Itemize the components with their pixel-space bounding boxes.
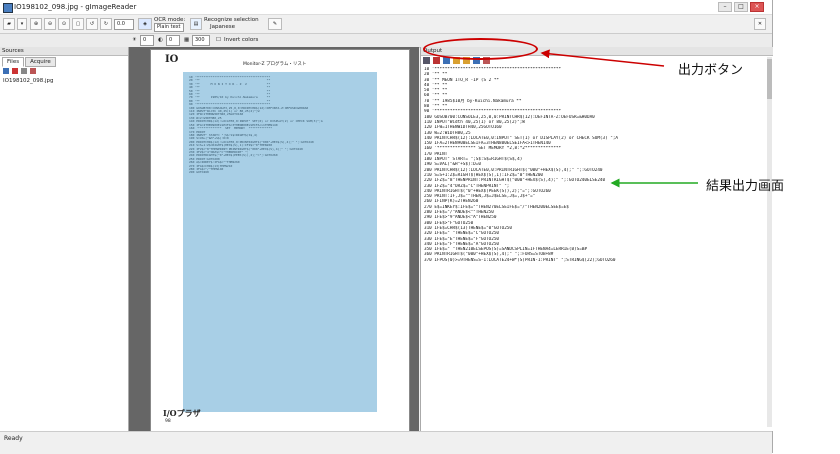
annotation-result-screen: 結果出力画面 (706, 179, 785, 194)
output-button-arrow (540, 49, 665, 67)
annotation-output-button: 出力ボタン (678, 63, 744, 78)
